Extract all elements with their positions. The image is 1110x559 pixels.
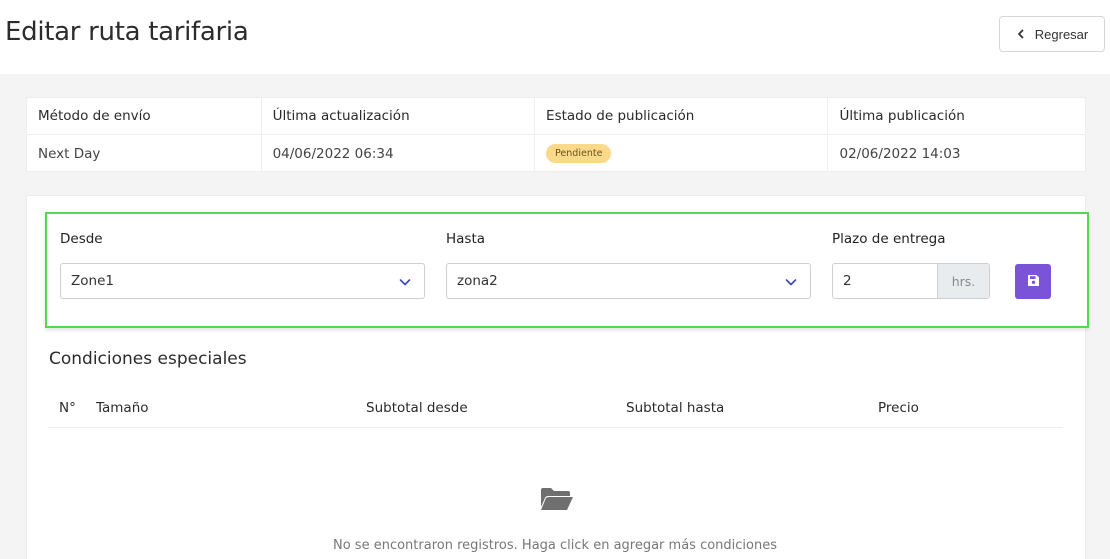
header-last-update: Última actualización bbox=[262, 98, 536, 134]
lead-time-label: Plazo de entrega bbox=[832, 231, 946, 247]
to-zone-value: zona2 bbox=[457, 273, 498, 289]
empty-state-message: No se encontraron registros. Haga click … bbox=[333, 538, 777, 553]
chevron-down-icon bbox=[398, 275, 412, 289]
route-form: Desde Zone1 Hasta zona2 Plazo de entrega… bbox=[45, 212, 1089, 328]
column-price: Precio bbox=[878, 400, 919, 416]
chevron-down-icon bbox=[784, 275, 798, 289]
header-shipping-method: Método de envío bbox=[27, 98, 262, 134]
header-publication-status: Estado de publicación bbox=[535, 98, 829, 134]
from-label: Desde bbox=[60, 231, 103, 247]
save-button[interactable] bbox=[1015, 264, 1051, 299]
from-zone-value: Zone1 bbox=[71, 273, 114, 289]
publication-status-cell: Pendiente bbox=[535, 135, 829, 172]
last-publication-value: 02/06/2022 14:03 bbox=[839, 145, 961, 162]
page-title: Editar ruta tarifaria bbox=[5, 17, 249, 47]
shipping-method-value: Next Day bbox=[27, 135, 262, 172]
page-header: Editar ruta tarifaria Regresar bbox=[0, 0, 1110, 74]
header-last-publication: Última publicación bbox=[839, 108, 965, 124]
lead-time-unit: hrs. bbox=[937, 264, 989, 298]
column-subtotal-from: Subtotal desde bbox=[366, 400, 468, 416]
back-button-label: Regresar bbox=[1034, 26, 1089, 42]
folder-open-icon bbox=[540, 487, 574, 511]
conditions-table-header: N° Tamaño Subtotal desde Subtotal hasta … bbox=[48, 391, 1063, 428]
info-table-header: Método de envío Última actualización Est… bbox=[27, 98, 1085, 135]
lead-time-input[interactable] bbox=[833, 264, 937, 298]
lead-time-group: hrs. bbox=[832, 263, 990, 299]
column-number: N° bbox=[59, 400, 76, 416]
to-zone-select[interactable]: zona2 bbox=[446, 263, 811, 299]
floppy-disk-icon bbox=[1027, 272, 1040, 291]
to-label: Hasta bbox=[446, 231, 486, 247]
from-zone-select[interactable]: Zone1 bbox=[60, 263, 425, 299]
info-table-row: Next Day 04/06/2022 06:34 Pendiente 02/0… bbox=[27, 135, 1085, 172]
chevron-left-icon bbox=[1016, 29, 1026, 39]
status-badge: Pendiente bbox=[546, 144, 612, 163]
last-update-value: 04/06/2022 06:34 bbox=[262, 135, 536, 172]
back-button[interactable]: Regresar bbox=[999, 16, 1105, 52]
conditions-title: Condiciones especiales bbox=[49, 349, 247, 369]
column-size: Tamaño bbox=[96, 400, 149, 416]
column-subtotal-to: Subtotal hasta bbox=[626, 400, 725, 416]
route-info-table: Método de envío Última actualización Est… bbox=[26, 97, 1086, 172]
